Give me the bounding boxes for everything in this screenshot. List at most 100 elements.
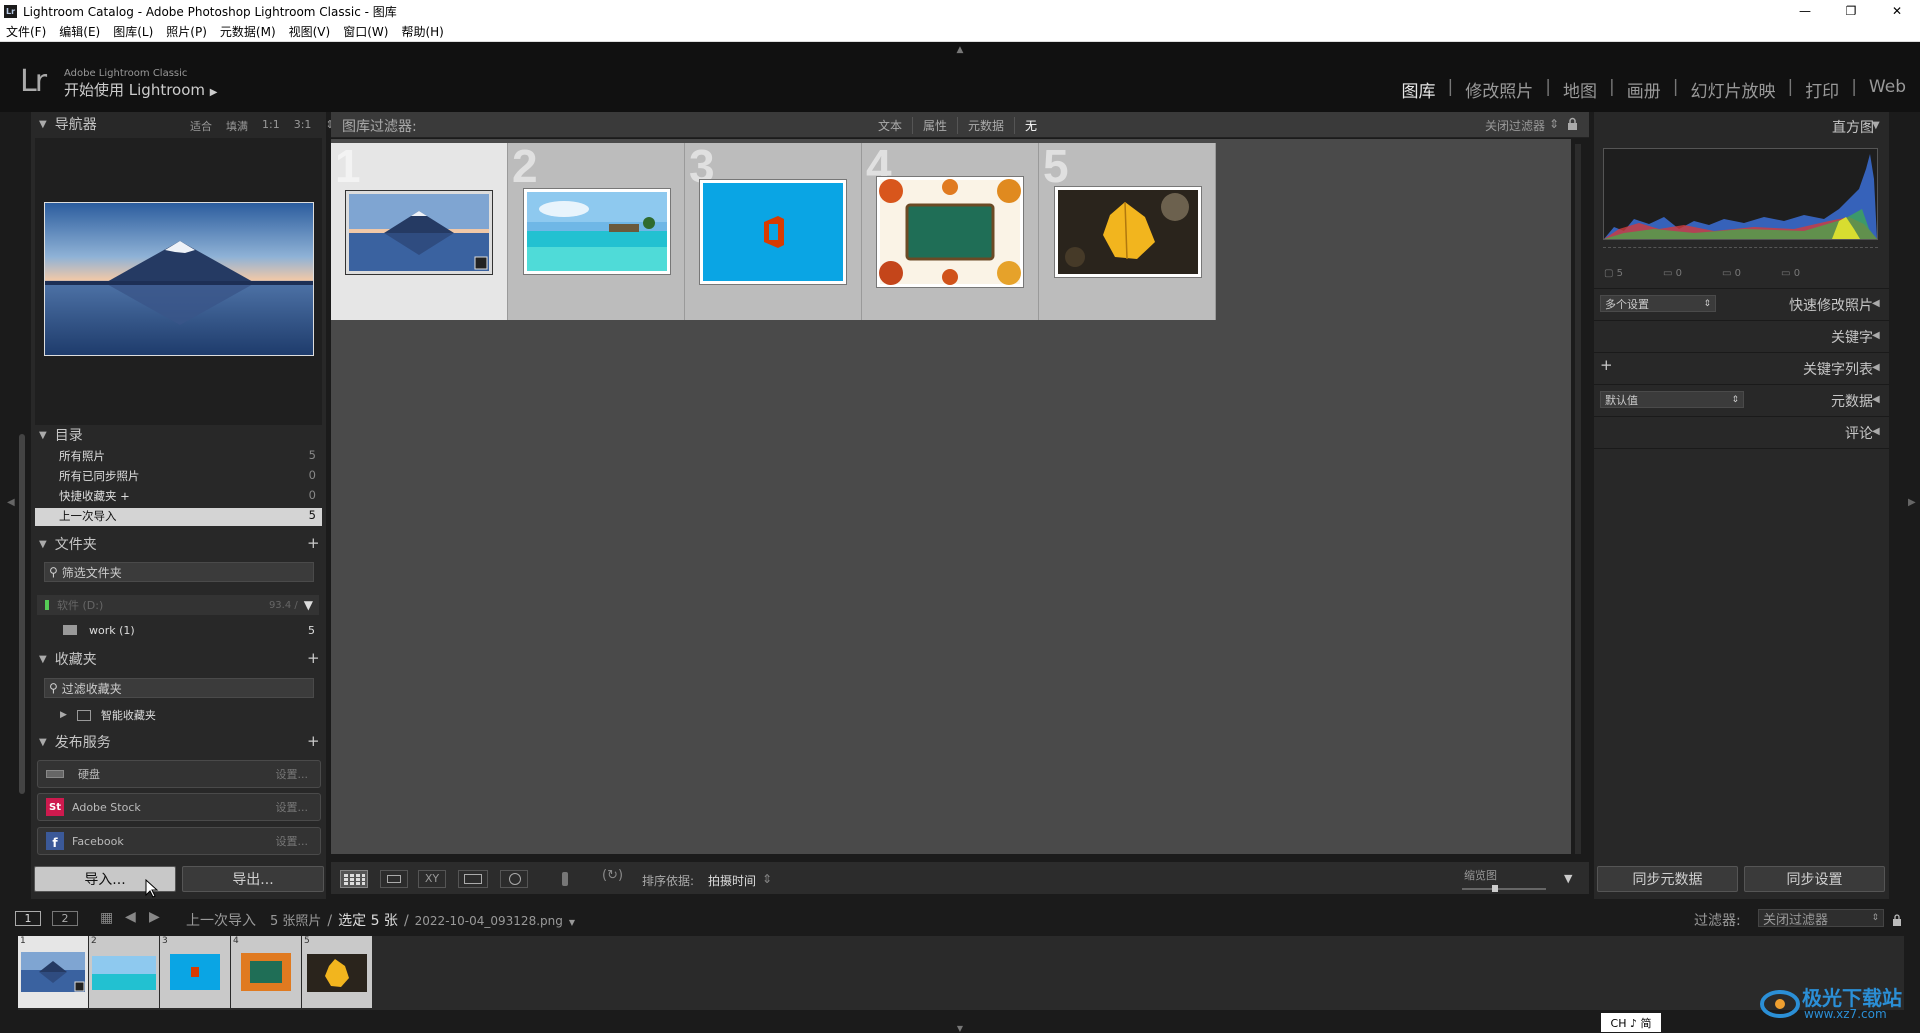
folder-filter-input[interactable]: ⚲ 筛选文件夹: [44, 562, 314, 582]
painter-spray-icon[interactable]: [560, 868, 570, 888]
catalog-item-synced[interactable]: 所有已同步照片 0: [35, 468, 322, 488]
filmstrip-item-3[interactable]: 3: [160, 936, 230, 1008]
grid-view-icon[interactable]: [340, 870, 368, 888]
catalog-item-quick-collection[interactable]: 快捷收藏夹 + 0: [35, 488, 322, 508]
source-indicator[interactable]: 上一次导入 5 张照片 / 选定 5 张 / 2022-10-04_093128…: [186, 910, 575, 930]
module-develop[interactable]: 修改照片: [1465, 77, 1533, 102]
left-panel-toggle-icon[interactable]: ◀: [7, 497, 15, 508]
filter-text[interactable]: 文本: [868, 117, 914, 134]
module-slideshow[interactable]: 幻灯片放映: [1690, 77, 1775, 102]
grid-view-shortcut-icon[interactable]: ▦: [100, 910, 113, 926]
menu-photo[interactable]: 照片(P): [166, 23, 207, 40]
identity-tagline[interactable]: 开始使用 Lightroom ▶: [64, 79, 218, 100]
publish-adobe-stock[interactable]: St Adobe Stock 设置...: [37, 793, 321, 821]
rotate-icon[interactable]: (↻): [602, 868, 623, 883]
grid-cell-5[interactable]: 5: [1039, 140, 1216, 320]
quick-develop-header[interactable]: 快速修改照片: [1789, 295, 1873, 315]
filmstrip-item-4[interactable]: 4: [231, 936, 301, 1008]
close-button[interactable]: ✕: [1874, 0, 1920, 22]
expand-triangle-icon[interactable]: ▶: [60, 710, 67, 720]
primary-display-button[interactable]: 1: [15, 911, 41, 926]
module-library[interactable]: 图库: [1402, 77, 1436, 102]
filmstrip-item-5[interactable]: 5: [302, 936, 372, 1008]
metadata-header[interactable]: 元数据: [1831, 391, 1873, 411]
survey-view-icon[interactable]: [458, 870, 488, 888]
menu-library[interactable]: 图库(L): [113, 23, 153, 40]
publish-hard-drive[interactable]: 硬盘 设置...: [37, 760, 321, 788]
forward-arrow-icon[interactable]: ▶: [149, 909, 160, 925]
menu-file[interactable]: 文件(F): [6, 23, 46, 40]
filmstrip-item-1[interactable]: 1: [18, 936, 88, 1008]
secondary-display-button[interactable]: 2: [52, 911, 78, 926]
keywords-header[interactable]: 关键字: [1831, 327, 1873, 347]
menu-edit[interactable]: 编辑(E): [59, 23, 100, 40]
filter-none[interactable]: 无: [1015, 117, 1047, 134]
publish-setup-link[interactable]: 设置...: [276, 766, 309, 782]
toolbar-menu-icon[interactable]: ▼: [1564, 872, 1572, 885]
thumbnail-size-slider[interactable]: [1462, 885, 1546, 892]
grid-cell-2[interactable]: 2: [508, 140, 685, 320]
expand-triangle-icon[interactable]: ◀: [1872, 394, 1880, 405]
catalog-item-previous-import[interactable]: 上一次导入 5: [35, 508, 322, 526]
volume-row[interactable]: 软件 (D:) 93.4 / ▼: [37, 595, 319, 615]
filmstrip-lock-icon[interactable]: [1892, 912, 1902, 926]
folder-item-work[interactable]: work (1) 5: [37, 621, 319, 639]
grid-cell-1[interactable]: 1: [331, 140, 508, 320]
expand-triangle-icon[interactable]: ◀: [1872, 298, 1880, 309]
quick-develop-preset-select[interactable]: 多个设置 ⇕: [1600, 295, 1716, 312]
catalog-item-all-photos[interactable]: 所有照片 5: [35, 448, 322, 468]
slider-thumb[interactable]: [1492, 885, 1498, 892]
lock-icon[interactable]: [1567, 116, 1578, 130]
filmstrip-filter-select[interactable]: 关闭过滤器 ⇕: [1758, 909, 1884, 928]
menu-window[interactable]: 窗口(W): [343, 23, 388, 40]
top-panel-toggle-icon[interactable]: ▲: [954, 45, 966, 55]
menu-metadata[interactable]: 元数据(M): [220, 23, 276, 40]
expand-triangle-icon[interactable]: ◀: [1872, 426, 1880, 437]
sync-settings-button[interactable]: 同步设置: [1744, 866, 1885, 892]
navigator-preview-image[interactable]: [44, 202, 314, 356]
module-book[interactable]: 画册: [1627, 77, 1661, 102]
zoom-3-1[interactable]: 3:1: [294, 118, 312, 134]
histogram-title[interactable]: 直方图: [1832, 117, 1874, 137]
grid-scrollbar[interactable]: [1575, 144, 1581, 854]
expand-triangle-icon[interactable]: ◀: [1872, 330, 1880, 341]
publish-facebook[interactable]: f Facebook 设置...: [37, 827, 321, 855]
smart-collections-item[interactable]: ▶ 智能收藏夹: [60, 707, 156, 723]
folders-header[interactable]: ▼ 文件夹: [31, 533, 326, 555]
add-keyword-button[interactable]: +: [1600, 356, 1613, 374]
module-print[interactable]: 打印: [1805, 77, 1839, 102]
publish-header[interactable]: ▼ 发布服务: [31, 731, 326, 753]
left-panel-scrollbar[interactable]: [19, 434, 25, 794]
filename-menu-icon[interactable]: ▼: [569, 918, 575, 927]
back-arrow-icon[interactable]: ◀: [125, 909, 136, 925]
zoom-1-1[interactable]: 1:1: [262, 118, 280, 134]
sort-select[interactable]: 拍摄时间 ⇕: [708, 872, 772, 889]
keyword-list-header[interactable]: 关键字列表: [1803, 359, 1873, 379]
zoom-fill[interactable]: 填满: [226, 118, 248, 134]
grid-cell-4[interactable]: 4: [862, 140, 1039, 320]
add-collection-button[interactable]: +: [307, 649, 320, 667]
right-panel-toggle-icon[interactable]: ▶: [1908, 497, 1916, 508]
expand-triangle-icon[interactable]: ◀: [1872, 362, 1880, 373]
filter-metadata[interactable]: 元数据: [958, 117, 1016, 134]
volume-menu-icon[interactable]: ▼: [304, 598, 313, 612]
publish-setup-link[interactable]: 设置...: [276, 833, 309, 849]
grid-cell-3[interactable]: 3: [685, 140, 862, 320]
publish-setup-link[interactable]: 设置...: [276, 799, 309, 815]
menu-view[interactable]: 视图(V): [289, 23, 331, 40]
minimize-button[interactable]: —: [1782, 0, 1828, 22]
filmstrip-item-2[interactable]: 2: [89, 936, 159, 1008]
module-map[interactable]: 地图: [1563, 77, 1597, 102]
menu-help[interactable]: 帮助(H): [401, 23, 443, 40]
collapse-triangle-icon[interactable]: ▼: [1872, 120, 1880, 131]
add-publish-service-button[interactable]: +: [307, 732, 320, 750]
comments-header[interactable]: 评论: [1845, 423, 1873, 443]
catalog-header[interactable]: ▼ 目录: [31, 424, 326, 446]
add-folder-button[interactable]: +: [307, 534, 320, 552]
metadata-preset-select[interactable]: 默认值 ⇕: [1600, 391, 1744, 408]
filter-attribute[interactable]: 属性: [913, 117, 959, 134]
people-view-icon[interactable]: [500, 870, 528, 888]
loupe-view-icon[interactable]: [380, 870, 408, 888]
export-button[interactable]: 导出...: [182, 866, 324, 892]
filter-preset-select[interactable]: 关闭过滤器 ⇕: [1485, 117, 1559, 134]
